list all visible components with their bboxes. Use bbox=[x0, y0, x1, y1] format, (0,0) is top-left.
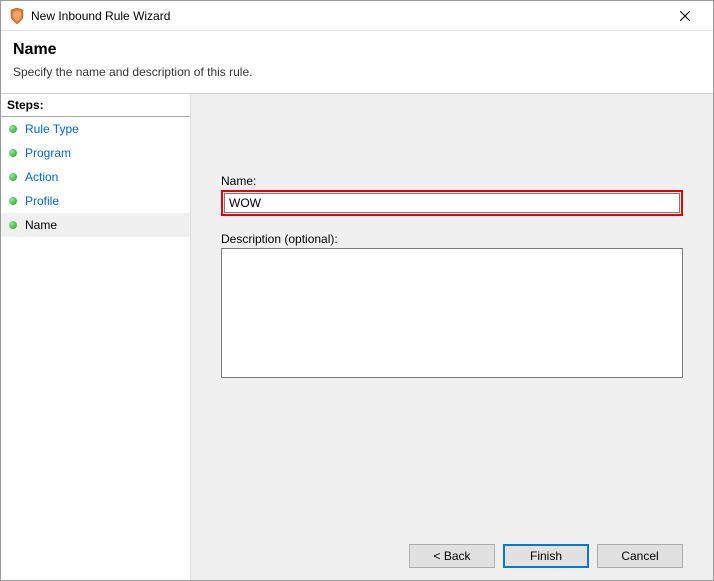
step-action[interactable]: Action bbox=[1, 165, 190, 189]
step-label: Action bbox=[25, 170, 58, 184]
steps-header: Steps: bbox=[1, 94, 190, 117]
finish-button[interactable]: Finish bbox=[503, 544, 589, 568]
step-rule-type[interactable]: Rule Type bbox=[1, 117, 190, 141]
app-icon bbox=[9, 8, 25, 24]
window-title: New Inbound Rule Wizard bbox=[31, 9, 665, 23]
page-title: Name bbox=[13, 41, 701, 59]
close-button[interactable] bbox=[665, 2, 705, 30]
description-label: Description (optional): bbox=[221, 232, 683, 246]
description-input[interactable] bbox=[221, 248, 683, 378]
cancel-button[interactable]: Cancel bbox=[597, 544, 683, 568]
wizard-body: Steps: Rule Type Program Action Profile … bbox=[1, 94, 713, 580]
step-label: Name bbox=[25, 218, 57, 232]
step-program[interactable]: Program bbox=[1, 141, 190, 165]
page-description: Specify the name and description of this… bbox=[13, 65, 701, 79]
step-profile[interactable]: Profile bbox=[1, 189, 190, 213]
step-bullet-icon bbox=[9, 149, 17, 157]
step-label: Rule Type bbox=[25, 122, 79, 136]
wizard-window: New Inbound Rule Wizard Name Specify the… bbox=[0, 0, 714, 581]
titlebar: New Inbound Rule Wizard bbox=[1, 1, 713, 31]
step-name[interactable]: Name bbox=[1, 213, 190, 237]
name-highlight bbox=[221, 190, 683, 216]
name-input[interactable] bbox=[224, 193, 680, 213]
button-bar: < Back Finish Cancel bbox=[221, 534, 683, 568]
steps-sidebar: Steps: Rule Type Program Action Profile … bbox=[1, 94, 191, 580]
step-bullet-icon bbox=[9, 197, 17, 205]
step-bullet-icon bbox=[9, 173, 17, 181]
back-button[interactable]: < Back bbox=[409, 544, 495, 568]
form-area: Name: Description (optional): bbox=[221, 174, 683, 534]
step-label: Program bbox=[25, 146, 71, 160]
close-icon bbox=[680, 11, 690, 21]
wizard-header: Name Specify the name and description of… bbox=[1, 31, 713, 94]
step-label: Profile bbox=[25, 194, 59, 208]
main-panel: Name: Description (optional): < Back Fin… bbox=[191, 94, 713, 580]
step-bullet-icon bbox=[9, 221, 17, 229]
step-bullet-icon bbox=[9, 125, 17, 133]
name-label: Name: bbox=[221, 174, 683, 188]
